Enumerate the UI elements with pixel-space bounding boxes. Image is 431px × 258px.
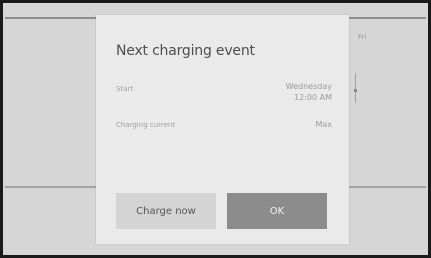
background-day-hint: Fri bbox=[358, 33, 367, 41]
next-charging-event-dialog: Next charging event Start Wednesday 12:0… bbox=[96, 15, 349, 244]
start-time: 12:00 AM bbox=[294, 93, 332, 102]
ok-button[interactable]: OK bbox=[227, 193, 327, 229]
charging-current-value: Max bbox=[315, 119, 332, 130]
background-scroll-rule bbox=[355, 73, 356, 103]
start-value: Wednesday 12:00 AM bbox=[286, 81, 332, 103]
background-scroll-thumb bbox=[354, 89, 357, 92]
start-day: Wednesday bbox=[285, 82, 332, 91]
charging-current-label: Charging current bbox=[116, 121, 176, 129]
start-label: Start bbox=[116, 85, 134, 93]
dialog-title: Next charging event bbox=[116, 43, 255, 59]
charge-now-button[interactable]: Charge now bbox=[116, 193, 216, 229]
charging-current-max: Max bbox=[315, 120, 332, 129]
display-screen: Fri Next charging event Start Wednesday … bbox=[0, 0, 431, 258]
